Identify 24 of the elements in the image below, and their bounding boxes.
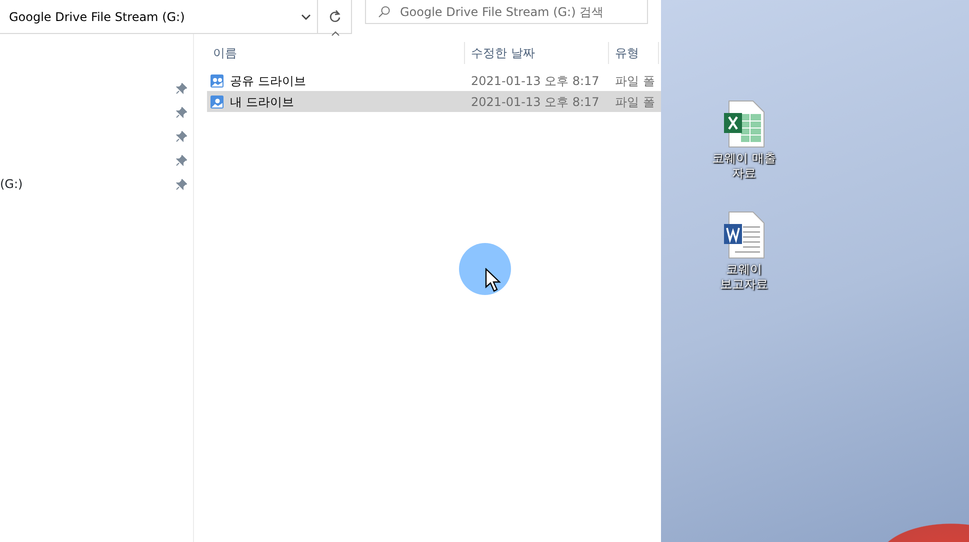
column-header[interactable]: 유형 [615, 44, 639, 62]
chevron-down-icon[interactable] [301, 14, 311, 20]
drive-folder-icon [210, 94, 224, 108]
column-header[interactable]: 수정한 날짜 [471, 44, 535, 62]
file-row[interactable]: 공유 드라이브 2021-01-13 오후 8:17 파일 폴 [207, 70, 661, 91]
click-highlight [459, 243, 511, 295]
modified-date: 2021-01-13 오후 8:17 [471, 94, 600, 108]
file-type: 파일 폴 [615, 74, 655, 88]
file-name: 공유 드라이브 [230, 72, 306, 90]
file-row[interactable]: 내 드라이브 2021-01-13 오후 8:17 파일 폴 [207, 91, 661, 112]
file-name: 내 드라이브 [230, 94, 294, 110]
modified-date: 2021-01-13 오후 8:17 [471, 74, 600, 88]
address-text: Google Drive File Stream (G:) [9, 8, 185, 26]
address-bar[interactable]: Google Drive File Stream (G:) [0, 0, 318, 34]
file-type: 파일 폴 [615, 94, 655, 108]
search-field[interactable]: Google Drive File Stream (G:) 검색 [365, 0, 648, 24]
nav-item-label[interactable]: (G:) [0, 175, 23, 193]
refresh-button[interactable] [318, 0, 352, 34]
column-header[interactable]: 이름 [213, 44, 237, 62]
search-icon [378, 6, 390, 18]
drive-folder-icon [210, 74, 224, 88]
refresh-icon [328, 10, 340, 23]
spreadsheet-file-icon[interactable] [723, 100, 765, 148]
document-file-icon[interactable] [723, 211, 765, 259]
